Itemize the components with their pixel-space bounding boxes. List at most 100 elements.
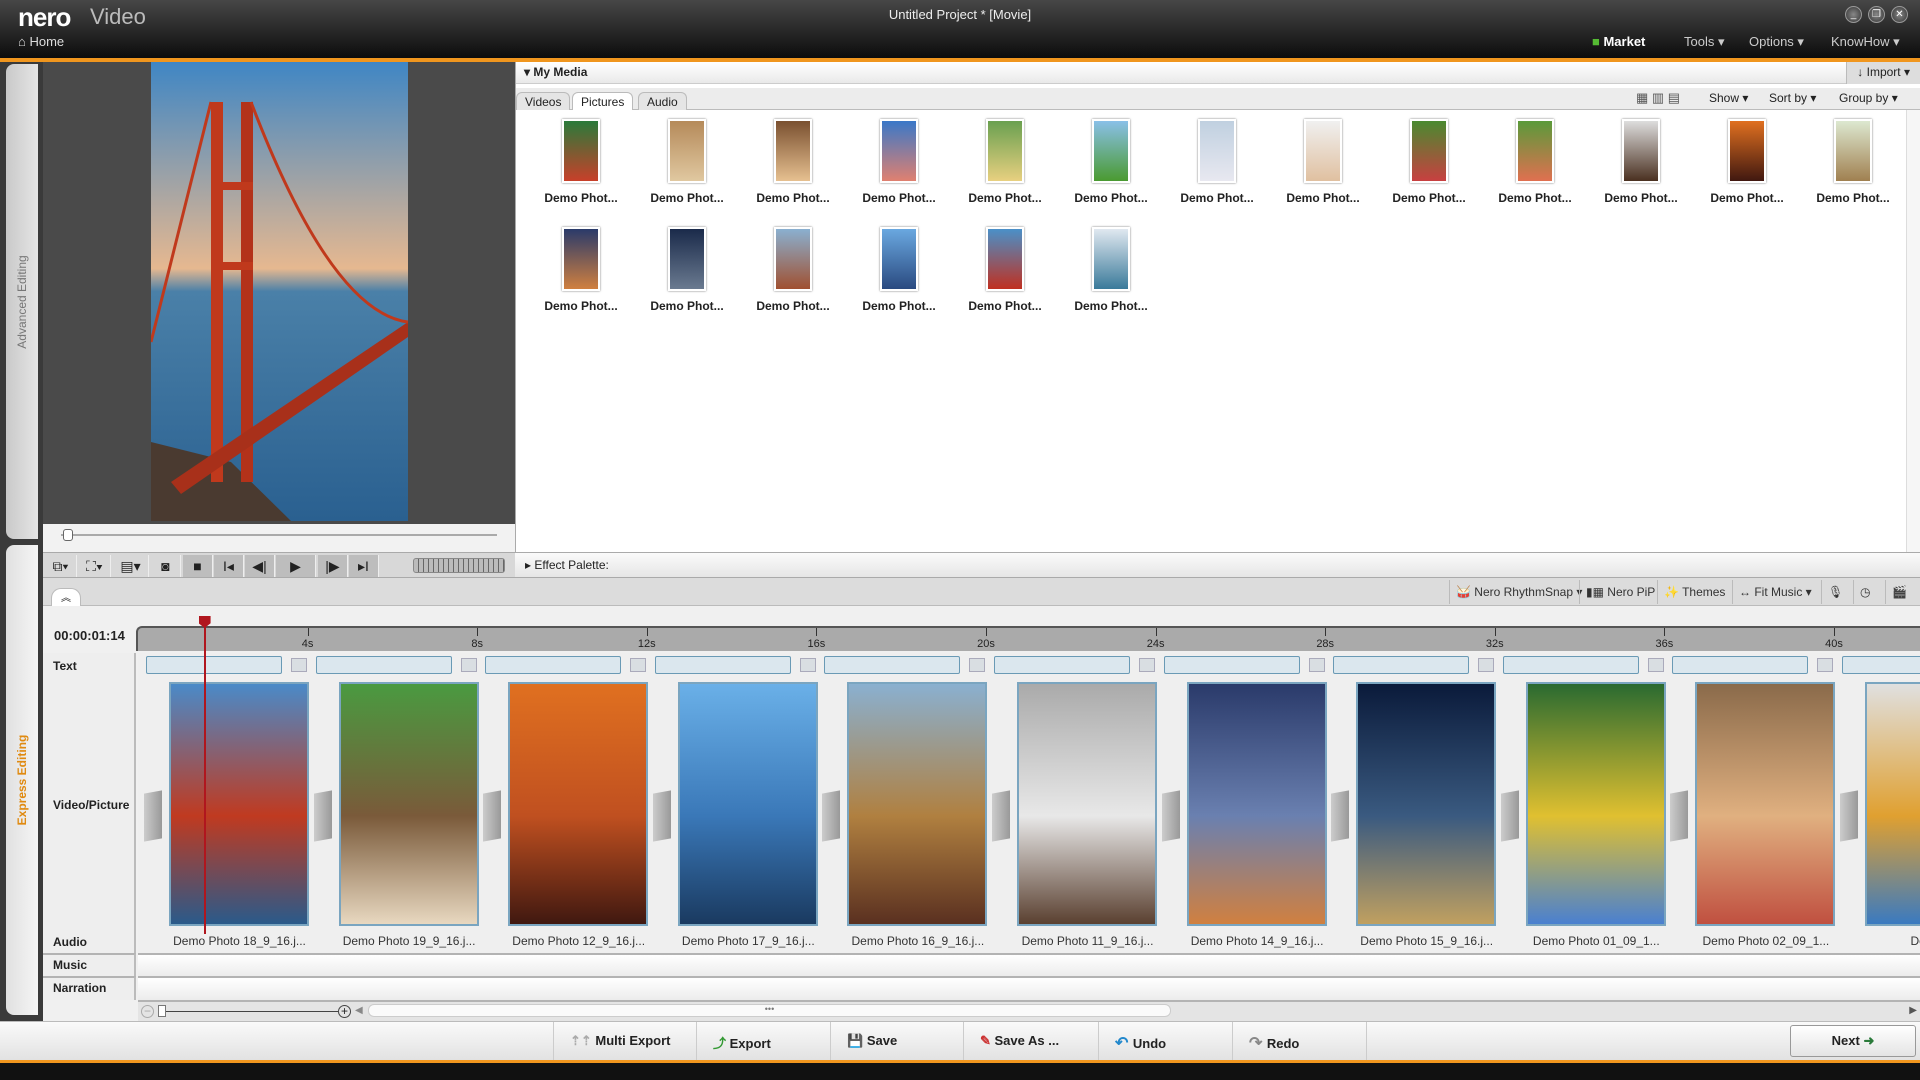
rhythmsnap-button[interactable]: 🥁 Nero RhythmSnap ▾ bbox=[1449, 580, 1588, 604]
home-button[interactable]: ⌂ Home bbox=[18, 34, 64, 49]
play-icon[interactable]: ▶ bbox=[276, 555, 316, 577]
sort-by-dropdown[interactable]: Sort by ▾ bbox=[1769, 91, 1816, 105]
narration-track[interactable] bbox=[138, 976, 1920, 1000]
express-editing-tab[interactable]: Express Editing bbox=[6, 545, 38, 1015]
playhead[interactable] bbox=[203, 620, 206, 934]
video-clip[interactable] bbox=[1017, 682, 1157, 926]
mark-in-icon[interactable]: I◂ bbox=[214, 555, 244, 577]
transition-slot[interactable] bbox=[313, 790, 332, 842]
preview-position-slider[interactable] bbox=[43, 524, 515, 552]
group-by-dropdown[interactable]: Group by ▾ bbox=[1839, 91, 1898, 105]
tools-menu[interactable]: Tools ▾ bbox=[1684, 34, 1725, 50]
media-item[interactable]: Demo Phot... bbox=[1376, 119, 1482, 224]
media-scrollbar[interactable] bbox=[1906, 110, 1920, 552]
text-transition-slot[interactable] bbox=[1817, 658, 1834, 672]
video-clip[interactable] bbox=[169, 682, 309, 926]
scroll-right-icon[interactable]: ▶ bbox=[1909, 1005, 1917, 1016]
text-slot[interactable] bbox=[1672, 656, 1809, 674]
themes-button[interactable]: ✨ Themes bbox=[1657, 580, 1731, 604]
media-item[interactable]: Demo Phot... bbox=[1058, 119, 1164, 224]
zoom-slider[interactable] bbox=[158, 1011, 338, 1012]
video-clip[interactable] bbox=[677, 682, 818, 926]
media-item[interactable]: Demo Phot... bbox=[528, 119, 634, 224]
video-clip[interactable] bbox=[1525, 682, 1666, 926]
text-transition-slot[interactable] bbox=[1139, 658, 1155, 672]
pip-button[interactable]: ▮▦ Nero PiP bbox=[1579, 580, 1661, 604]
transition-slot[interactable] bbox=[822, 790, 841, 842]
market-menu[interactable]: ■ Market bbox=[1592, 34, 1645, 49]
stop-icon[interactable]: ■ bbox=[183, 555, 213, 577]
text-transition-slot[interactable] bbox=[799, 658, 816, 672]
media-item[interactable]: Demo Phot... bbox=[952, 227, 1058, 332]
redo-button[interactable]: ↷ Redo bbox=[1232, 1022, 1367, 1061]
text-slot[interactable] bbox=[994, 656, 1130, 674]
video-clip[interactable] bbox=[338, 682, 479, 926]
restore-button[interactable]: ❐ bbox=[1868, 6, 1885, 23]
media-item[interactable]: Demo Phot... bbox=[1058, 227, 1164, 332]
close-button[interactable]: ✕ bbox=[1891, 6, 1908, 23]
video-clip[interactable] bbox=[1865, 682, 1920, 926]
text-transition-slot[interactable] bbox=[291, 658, 307, 672]
text-transition-slot[interactable] bbox=[1308, 658, 1325, 672]
zoom-slider-handle[interactable] bbox=[158, 1005, 166, 1017]
timer-icon[interactable]: ◷ bbox=[1853, 580, 1885, 604]
slider-handle[interactable] bbox=[63, 529, 73, 541]
text-slot[interactable] bbox=[1842, 656, 1920, 674]
video-clip[interactable] bbox=[847, 682, 988, 926]
next-frame-icon[interactable]: |▶ bbox=[318, 555, 348, 577]
media-item[interactable]: Demo Phot... bbox=[1588, 119, 1694, 224]
media-item[interactable]: Demo Phot... bbox=[634, 119, 740, 224]
media-item[interactable]: Demo Phot... bbox=[846, 227, 952, 332]
media-item[interactable]: Demo Phot... bbox=[634, 227, 740, 332]
text-transition-slot[interactable] bbox=[1647, 658, 1664, 672]
text-transition-slot[interactable] bbox=[630, 658, 647, 672]
media-item[interactable]: Demo Phot... bbox=[740, 119, 846, 224]
text-slot[interactable] bbox=[146, 656, 282, 674]
view-mode-icons[interactable]: ▦ ▥ ▤ bbox=[1636, 90, 1680, 106]
collapse-icon[interactable]: ︽ bbox=[51, 588, 81, 606]
media-item[interactable]: Demo Phot... bbox=[1482, 119, 1588, 224]
next-button[interactable]: Next ➜ bbox=[1790, 1025, 1916, 1057]
export-button[interactable]: ⤴ Export bbox=[696, 1022, 787, 1061]
text-slot[interactable] bbox=[654, 656, 791, 674]
undo-button[interactable]: ↶ Undo bbox=[1098, 1022, 1182, 1061]
import-button[interactable]: ↓ Import ▾ bbox=[1846, 62, 1920, 84]
save-button[interactable]: 💾 Save bbox=[830, 1022, 913, 1061]
effect-palette-header[interactable]: ▸ Effect Palette: bbox=[515, 552, 1920, 578]
media-item[interactable]: Demo Phot... bbox=[1694, 119, 1800, 224]
mark-out-icon[interactable]: ▸I bbox=[349, 555, 379, 577]
text-slot[interactable] bbox=[824, 656, 961, 674]
fit-music-button[interactable]: ↔ Fit Music ▾ bbox=[1732, 580, 1818, 604]
text-slot[interactable] bbox=[315, 656, 452, 674]
text-transition-slot[interactable] bbox=[1478, 658, 1495, 672]
video-clip[interactable] bbox=[508, 682, 649, 926]
media-item[interactable]: Demo Phot... bbox=[1800, 119, 1906, 224]
media-item[interactable]: Demo Phot... bbox=[1270, 119, 1376, 224]
transition-slot[interactable] bbox=[1670, 790, 1689, 842]
save-as-button[interactable]: ✎ Save As ... bbox=[963, 1022, 1075, 1061]
my-media-header[interactable]: ▾ My Media bbox=[516, 62, 1920, 84]
microphone-icon[interactable]: 🎙 bbox=[1821, 580, 1853, 604]
tab-pictures[interactable]: Pictures bbox=[572, 92, 634, 110]
media-item[interactable]: Demo Phot... bbox=[740, 227, 846, 332]
text-slot[interactable] bbox=[485, 656, 622, 674]
transition-slot[interactable] bbox=[1500, 790, 1519, 842]
text-transition-slot[interactable] bbox=[969, 658, 986, 672]
transition-slot[interactable] bbox=[144, 790, 162, 842]
media-item[interactable]: Demo Phot... bbox=[1164, 119, 1270, 224]
tab-videos[interactable]: Videos bbox=[516, 92, 571, 110]
jog-shuttle[interactable] bbox=[413, 558, 505, 573]
text-slot[interactable] bbox=[1163, 656, 1300, 674]
media-item[interactable]: Demo Phot... bbox=[952, 119, 1058, 224]
media-item[interactable]: Demo Phot... bbox=[846, 119, 952, 224]
timeline-scrollbar-thumb[interactable]: ••• bbox=[368, 1004, 1171, 1017]
text-slot[interactable] bbox=[1333, 656, 1470, 674]
video-clip[interactable] bbox=[1695, 682, 1836, 926]
transition-slot[interactable] bbox=[1331, 790, 1350, 842]
transition-slot[interactable] bbox=[1840, 790, 1858, 842]
snapshot-icon[interactable]: ◙ bbox=[151, 555, 181, 577]
transition-slot[interactable] bbox=[1161, 790, 1180, 842]
previous-frame-icon[interactable]: ◀| bbox=[245, 555, 275, 577]
video-clip[interactable] bbox=[1186, 682, 1327, 926]
options-menu[interactable]: Options ▾ bbox=[1749, 34, 1804, 50]
